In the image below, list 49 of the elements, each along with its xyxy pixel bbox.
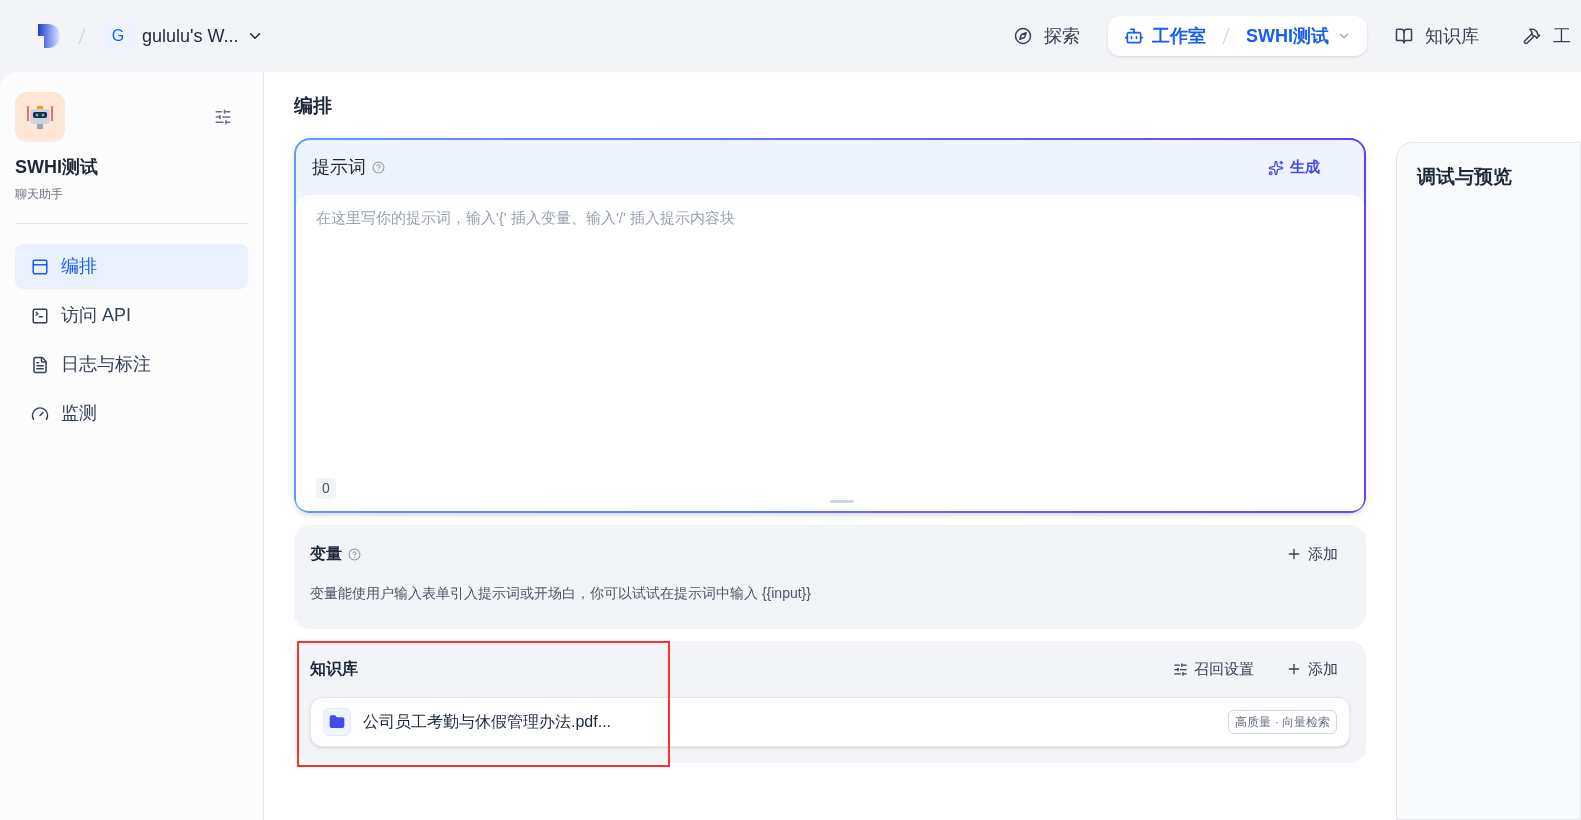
sidebar-item[interactable]: 日志与标注 [15,342,248,387]
terminal-icon [31,306,49,325]
plus-icon [1286,546,1302,562]
sidebar-item[interactable]: 监测 [15,391,248,436]
sliders-icon [1173,661,1188,677]
nav-link[interactable]: 知识库 [1379,16,1495,56]
app-name: SWHI测试 [1246,24,1329,48]
section-title: 知识库 [310,659,358,679]
resize-handle[interactable] [830,500,854,503]
folder-icon [323,708,351,736]
add-button[interactable]: 添加 [1286,542,1338,566]
robot-icon [1124,26,1144,46]
page-title: 编排 [294,94,333,118]
sidebar-item[interactable]: 编排 [15,244,248,289]
app-title: SWHI测试 [15,156,99,179]
variables-hint: 变量能使用户输入表单引入提示词或开场白，你可以试试在提示词中输入 {{input}} [310,584,812,603]
document-icon [31,355,49,374]
section-title: 变量 [310,544,342,564]
nav-link[interactable]: 工 [1507,16,1581,56]
separator-icon [78,27,86,45]
hammer-icon [1523,27,1541,45]
settings-icon[interactable] [214,108,232,126]
plus-icon [1286,661,1302,677]
sidebar-item[interactable]: 访问 API [15,293,248,338]
compass-icon [1014,27,1032,45]
app-type: 聊天助手 [15,186,64,203]
book-icon [1395,27,1413,45]
sparkle-icon [1268,159,1284,176]
workspace-selector[interactable]: gululu's W... [142,22,265,50]
logo-icon [36,22,62,50]
add-button[interactable]: 添加 [1286,657,1338,681]
prompt-input[interactable]: 在这里写你的提示词，输入'{' 插入变量、输入'/' 插入提示内容块 [316,207,1344,478]
retrieval-settings-button[interactable]: 召回设置 [1173,657,1254,681]
help-icon [348,547,361,561]
document-name: 公司员工考勤与休假管理办法.pdf... [363,712,612,732]
retrieval-tag: 高质量 · 向量检索 [1228,710,1337,734]
section-title: 提示词 [312,156,366,179]
nav-link[interactable]: 探索 [998,16,1096,56]
generate-button[interactable]: 生成 [1268,156,1320,179]
knowledge-item[interactable]: 公司员工考勤与休假管理办法.pdf... 高质量 · 向量检索 [310,697,1350,747]
prompt-editor[interactable]: 在这里写你的提示词，输入'{' 插入变量、输入'/' 插入提示内容块 0 [296,195,1364,511]
workspace-avatar: G [102,20,134,52]
panel-title: 调试与预览 [1417,165,1513,189]
gauge-icon [31,404,49,423]
studio-nav-tab[interactable]: 工作室 SWHI测试 [1108,16,1367,56]
separator-icon [1222,27,1230,45]
help-icon [372,161,385,174]
character-count: 0 [316,478,336,499]
window-icon [31,257,49,276]
